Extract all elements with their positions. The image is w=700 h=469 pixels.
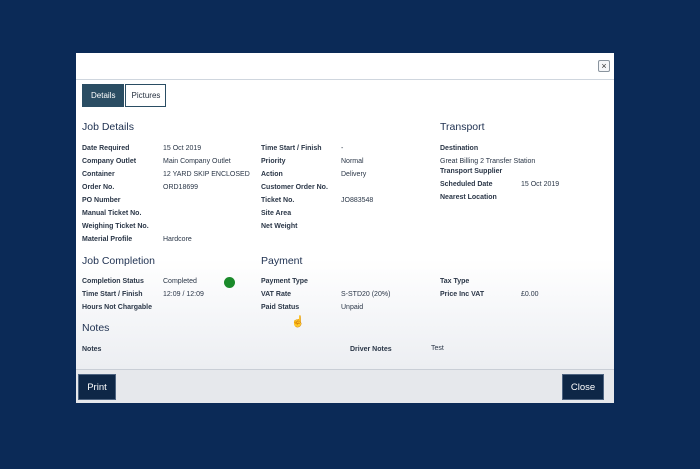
value: ORD18699 — [163, 184, 199, 191]
value: - — [341, 145, 344, 152]
job-details-modal: × Details Pictures Job Details Date Requ… — [76, 53, 614, 403]
close-button[interactable]: Close — [562, 374, 604, 400]
tab-bar: Details Pictures — [82, 84, 167, 107]
label: Priority — [261, 158, 286, 165]
value: 15 Oct 2019 — [521, 181, 560, 188]
label: Hours Not Chargable — [82, 304, 153, 311]
value: Test — [431, 345, 444, 352]
value: Great Billing 2 Transfer Station — [440, 158, 536, 165]
value: 12 YARD SKIP ENCLOSED — [163, 171, 250, 178]
notes-title: Notes — [82, 322, 110, 334]
modal-header: × — [76, 53, 614, 80]
label: Completion Status — [82, 278, 144, 285]
close-icon[interactable]: × — [598, 60, 610, 72]
fade-band — [76, 259, 614, 369]
value: 12:09 / 12:09 — [163, 291, 204, 298]
hand-cursor-icon: ☝ — [291, 316, 305, 328]
status-indicator — [224, 277, 235, 288]
value: 15 Oct 2019 — [163, 145, 202, 152]
label: Payment Type — [261, 278, 308, 285]
label: Date Required — [82, 145, 130, 152]
print-button[interactable]: Print — [78, 374, 116, 400]
modal-footer: Print Close — [76, 369, 614, 403]
value: Normal — [341, 158, 364, 165]
label: Container — [82, 171, 115, 178]
payment-title: Payment — [261, 255, 303, 267]
label: Manual Ticket No. — [82, 210, 142, 217]
label: Driver Notes — [350, 346, 392, 353]
label: Time Start / Finish — [261, 145, 322, 152]
label: Destination — [440, 145, 479, 152]
label: Time Start / Finish — [82, 291, 143, 298]
job-completion-title: Job Completion — [82, 255, 155, 267]
label: Notes — [82, 346, 102, 353]
value: S-STD20 (20%) — [341, 291, 391, 298]
label: Customer Order No. — [261, 184, 328, 191]
label: Action — [261, 171, 283, 178]
value: Unpaid — [341, 304, 364, 311]
job-details-title: Job Details — [82, 121, 134, 133]
label: Paid Status — [261, 304, 300, 311]
value: Delivery — [341, 171, 367, 178]
value: Main Company Outlet — [163, 158, 231, 165]
value: Completed — [163, 278, 197, 285]
label: Material Profile — [82, 236, 133, 243]
value: £0.00 — [521, 291, 539, 298]
label: Ticket No. — [261, 197, 295, 204]
label: Tax Type — [440, 278, 470, 285]
label: Transport Supplier — [440, 168, 503, 175]
value: Hardcore — [163, 236, 192, 243]
tab-pictures[interactable]: Pictures — [125, 84, 167, 107]
value: JO883548 — [341, 197, 374, 204]
label: Site Area — [261, 210, 292, 217]
label: Nearest Location — [440, 194, 497, 201]
label: Scheduled Date — [440, 181, 493, 188]
tab-details[interactable]: Details — [82, 84, 125, 107]
label: Price Inc VAT — [440, 291, 485, 298]
label: Net Weight — [261, 223, 298, 230]
label: PO Number — [82, 197, 121, 204]
label: Weighing Ticket No. — [82, 223, 149, 230]
label: VAT Rate — [261, 291, 292, 298]
transport-title: Transport — [440, 121, 485, 133]
label: Company Outlet — [82, 158, 137, 165]
label: Order No. — [82, 184, 115, 191]
